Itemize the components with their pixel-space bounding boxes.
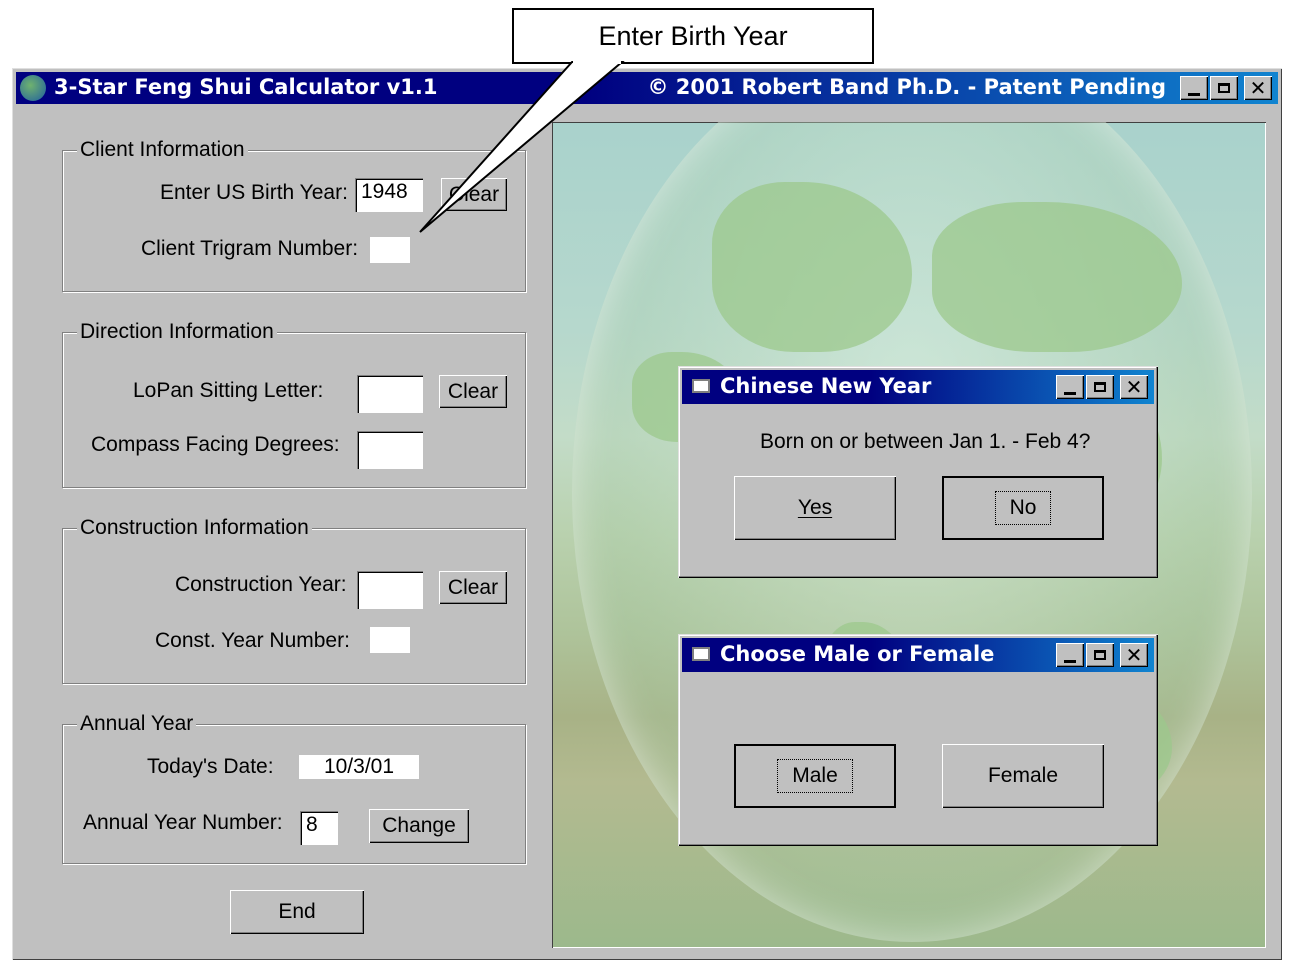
const-year-number-label: Const. Year Number:	[155, 629, 350, 652]
globe-icon	[20, 75, 46, 101]
maximize-icon	[1218, 83, 1230, 93]
end-button[interactable]: End	[230, 890, 364, 934]
construction-year-input[interactable]	[357, 571, 423, 609]
dialog-close-button[interactable]: ✕	[1120, 375, 1148, 399]
dialog-minimize-button[interactable]	[1056, 643, 1084, 667]
clear-construction-button[interactable]: Clear	[439, 571, 507, 604]
annual-year-group: Annual Year Today's Date: 10/3/01 Annual…	[62, 712, 526, 864]
dialog-minimize-button[interactable]	[1056, 375, 1084, 399]
yes-button-label: Yes	[797, 496, 833, 519]
direction-group-legend: Direction Information	[77, 320, 277, 344]
const-year-number-value	[370, 627, 410, 653]
todays-date-label: Today's Date:	[147, 755, 274, 778]
callout-text: Enter Birth Year	[598, 21, 788, 51]
clear-birth-year-button[interactable]: Clear	[441, 178, 507, 211]
birth-year-label: Enter US Birth Year:	[160, 181, 348, 204]
male-button[interactable]: Male	[734, 744, 896, 808]
todays-date-value: 10/3/01	[299, 755, 419, 779]
annual-year-number-label: Annual Year Number:	[83, 811, 283, 834]
minimize-icon	[1064, 391, 1076, 395]
direction-information-group: Direction Information LoPan Sitting Lett…	[62, 320, 526, 488]
yes-button[interactable]: Yes	[734, 476, 896, 540]
facing-degrees-label: Compass Facing Degrees:	[91, 433, 340, 456]
no-button-label: No	[994, 491, 1052, 525]
female-button-label: Female	[987, 764, 1059, 787]
close-icon: ✕	[1125, 643, 1143, 667]
close-icon: ✕	[1249, 76, 1267, 100]
chinese-new-year-dialog: Chinese New Year ✕ Born on or between Ja…	[678, 366, 1158, 578]
dialog-close-button[interactable]: ✕	[1120, 643, 1148, 667]
construction-information-group: Construction Information Construction Ye…	[62, 516, 526, 684]
sitting-letter-input[interactable]	[357, 375, 423, 413]
window-title: 3-Star Feng Shui Calculator v1.1	[54, 75, 438, 99]
trigram-label: Client Trigram Number:	[141, 237, 359, 260]
title-bar[interactable]: 3-Star Feng Shui Calculator v1.1 © 2001 …	[16, 72, 1278, 104]
callout-box: Enter Birth Year	[512, 8, 874, 64]
male-button-label: Male	[777, 759, 853, 793]
close-button[interactable]: ✕	[1244, 76, 1272, 100]
maximize-icon	[1094, 382, 1106, 392]
sitting-letter-label: LoPan Sitting Letter:	[133, 379, 324, 402]
new-year-question: Born on or between Jan 1. - Feb 4?	[760, 430, 1091, 453]
facing-degrees-input[interactable]	[357, 431, 423, 469]
dialog-title-bar[interactable]: Choose Male or Female ✕	[682, 638, 1154, 672]
no-button[interactable]: No	[942, 476, 1104, 540]
annual-group-legend: Annual Year	[77, 712, 197, 736]
minimize-icon	[1064, 659, 1076, 663]
annual-year-number-input[interactable]: 8	[300, 811, 338, 845]
construction-year-label: Construction Year:	[175, 573, 347, 596]
client-group-legend: Client Information	[77, 138, 248, 162]
minimize-button[interactable]	[1180, 76, 1208, 100]
dialog-maximize-button[interactable]	[1086, 643, 1114, 667]
maximize-button[interactable]	[1210, 76, 1238, 100]
birth-year-input[interactable]: 1948	[355, 178, 423, 212]
window-icon	[692, 647, 710, 661]
window-icon	[692, 379, 710, 393]
dialog-title: Choose Male or Female	[720, 642, 995, 666]
trigram-value	[370, 237, 410, 263]
close-icon: ✕	[1125, 375, 1143, 399]
change-annual-year-button[interactable]: Change	[369, 809, 469, 843]
dialog-title-bar[interactable]: Chinese New Year ✕	[682, 370, 1154, 404]
client-information-group: Client Information Enter US Birth Year: …	[62, 138, 526, 292]
female-button[interactable]: Female	[942, 744, 1104, 808]
construction-group-legend: Construction Information	[77, 516, 312, 540]
window-copyright: © 2001 Robert Band Ph.D. - Patent Pendin…	[647, 75, 1166, 99]
dialog-title: Chinese New Year	[720, 374, 932, 398]
maximize-icon	[1094, 650, 1106, 660]
clear-direction-button[interactable]: Clear	[439, 375, 507, 408]
choose-gender-dialog: Choose Male or Female ✕ Male Female	[678, 634, 1158, 846]
minimize-icon	[1188, 92, 1200, 96]
dialog-maximize-button[interactable]	[1086, 375, 1114, 399]
